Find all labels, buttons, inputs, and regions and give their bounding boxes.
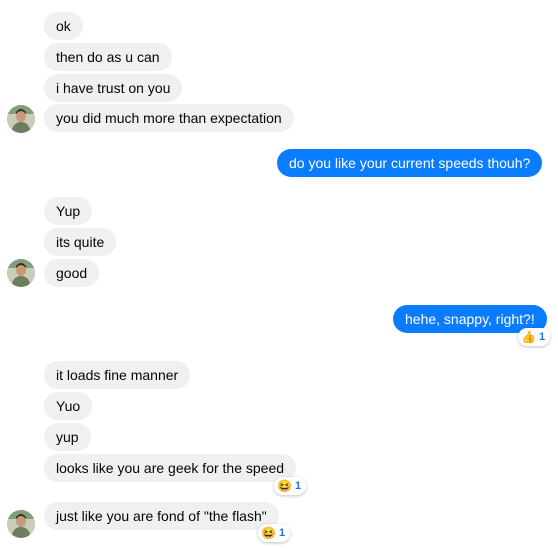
message-bubble[interactable]: then do as u can	[44, 43, 172, 71]
reaction-badge[interactable]: 😆 1	[274, 477, 307, 495]
reaction-badge[interactable]: 👍 1	[518, 328, 551, 346]
avatar-image	[7, 510, 35, 538]
message-bubble[interactable]: you did much more than expectation	[44, 104, 294, 132]
contact-avatar[interactable]	[7, 510, 35, 538]
message-bubble[interactable]: yup	[44, 423, 91, 451]
avatar-image	[7, 259, 35, 287]
avatar-image	[7, 105, 35, 133]
message-bubble[interactable]: ok	[44, 12, 83, 40]
laughing-emoji-icon: 😆	[277, 479, 292, 493]
message-bubble[interactable]: its quite	[44, 228, 117, 256]
thumbs-up-icon: 👍	[521, 330, 536, 344]
contact-avatar[interactable]	[7, 105, 35, 133]
reaction-badge[interactable]: 😆 1	[258, 524, 291, 542]
reaction-count: 1	[294, 480, 302, 492]
message-bubble[interactable]: Yup	[44, 197, 93, 225]
reaction-count: 1	[538, 331, 546, 343]
message-bubble[interactable]: just like you are fond of "the flash"	[44, 502, 279, 530]
message-bubble[interactable]: i have trust on you	[44, 74, 183, 102]
laughing-emoji-icon: 😆	[261, 526, 276, 540]
message-bubble[interactable]: good	[44, 259, 100, 287]
reaction-count: 1	[278, 527, 286, 539]
message-bubble[interactable]: looks like you are geek for the speed	[44, 454, 297, 482]
message-bubble-outgoing[interactable]: do you like your current speeds thouh?	[277, 149, 543, 177]
contact-avatar[interactable]	[7, 259, 35, 287]
message-bubble[interactable]: Yuo	[44, 392, 93, 420]
message-bubble[interactable]: it loads fine manner	[44, 361, 191, 389]
